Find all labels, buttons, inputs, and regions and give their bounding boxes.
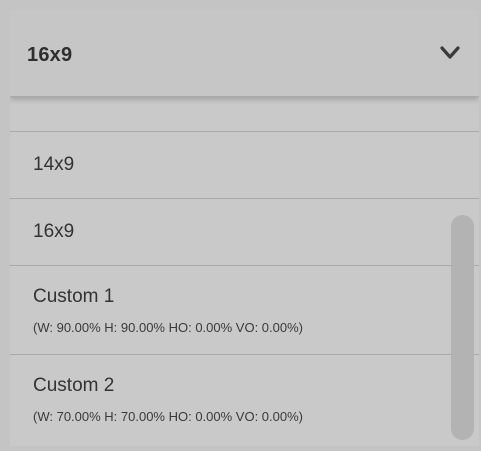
scrollbar-thumb[interactable] [451,215,474,440]
selected-value: 16x9 [27,44,73,66]
dropdown-frame: 16x9 4x3 14x9 16x9 Custom 1 (W: 90.00% H… [0,0,481,451]
option-custom-2[interactable]: Custom 2 (W: 70.00% H: 70.00% HO: 0.00% … [10,355,479,446]
option-custom-1[interactable]: Custom 1 (W: 90.00% H: 90.00% HO: 0.00% … [10,266,479,355]
option-label: 14x9 [33,154,75,175]
option-detail: (W: 70.00% H: 70.00% HO: 0.00% VO: 0.00%… [33,409,303,424]
option-label: 16x9 [33,221,75,242]
option-4x3[interactable]: 4x3 [10,97,479,132]
option-16x9[interactable]: 16x9 [10,199,479,266]
aspect-ratio-select[interactable]: 16x9 [10,10,479,97]
option-14x9[interactable]: 14x9 [10,132,479,199]
option-label: Custom 2 [33,375,115,396]
option-label: Custom 1 [33,286,115,307]
aspect-ratio-dropdown: 16x9 4x3 14x9 16x9 Custom 1 (W: 90.00% H… [10,10,479,446]
chevron-down-icon[interactable] [440,46,460,60]
option-detail: (W: 90.00% H: 90.00% HO: 0.00% VO: 0.00%… [33,320,303,335]
option-label: 4x3 [33,97,64,99]
options-list[interactable]: 4x3 14x9 16x9 Custom 1 (W: 90.00% H: 90.… [10,97,479,446]
